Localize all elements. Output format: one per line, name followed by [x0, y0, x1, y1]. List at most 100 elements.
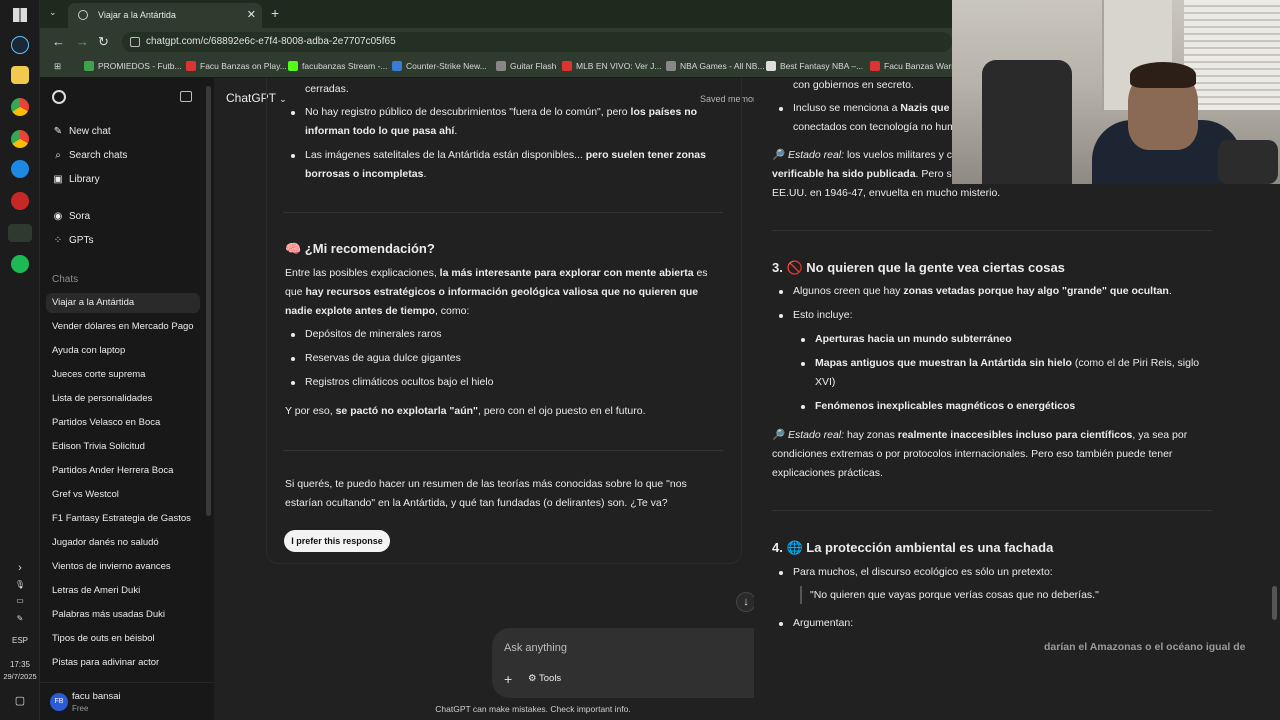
sidebar-scrollbar[interactable] [206, 86, 211, 516]
forward-icon[interactable]: → [76, 34, 89, 49]
webcam-microphone [1218, 140, 1278, 184]
response-bullet: Incluso se menciona a Nazis que h [793, 102, 959, 114]
file-explorer-icon[interactable] [11, 66, 29, 84]
chat-item[interactable]: Partidos Velasco en Boca [46, 413, 200, 433]
sora-button[interactable]: ◉ Sora [52, 211, 91, 222]
tray-chevron-icon[interactable]: › [0, 562, 40, 574]
tab-search-chevron-icon[interactable]: ⌄ [49, 7, 57, 18]
response-bullet: Para muchos, el discurso ecológico es só… [793, 566, 1053, 578]
bookmark-item[interactable]: PROMIEDOS - Futb... [84, 61, 182, 71]
chat-item[interactable]: Edison Trivia Solicitud [46, 437, 200, 457]
steam-icon[interactable] [11, 36, 29, 54]
browser-toolbar: ← → ↻ chatgpt.com/c/68892e6c-e7f4-8008-a… [40, 28, 952, 56]
chat-item[interactable]: Vender dólares en Mercado Pago [46, 317, 200, 337]
clock-date[interactable]: 29/7/2025 [0, 672, 40, 681]
bookmark-item[interactable]: facubanzas Stream -... [288, 61, 388, 71]
bookmark-item[interactable]: Guitar Flash [496, 61, 556, 71]
list-item: Reservas de agua dulce gigantes [305, 352, 461, 364]
response-bullet: Argumentan: [793, 617, 854, 629]
recommendation-paragraph: Entre las posibles explicaciones, la más… [285, 267, 708, 317]
bullet [291, 111, 295, 115]
chatgpt-favicon-icon [78, 10, 88, 20]
scroll-down-icon[interactable]: ↓ [736, 592, 756, 612]
chat-item[interactable]: Partidos Ander Herrera Boca [46, 461, 200, 481]
section-4-heading: 4. 🌐 La protección ambiental es una fach… [772, 540, 1054, 555]
bookmark-item[interactable]: MLB EN VIVO: Ver J... [562, 61, 662, 71]
new-chat-button[interactable]: ✎ New chat [52, 126, 111, 137]
close-sidebar-icon[interactable] [180, 91, 192, 102]
new-tab-icon[interactable]: + [271, 5, 279, 21]
edge-icon[interactable] [11, 160, 29, 178]
section-3-heading: 3. 🚫 No quieren que la gente vea ciertas… [772, 260, 1065, 275]
chat-item[interactable]: Letras de Ameri Duki [46, 581, 200, 601]
bookmark-icon [870, 61, 880, 71]
bookmark-item[interactable]: Best Fantasy NBA –... [766, 61, 863, 71]
chat-item[interactable]: Tipos de outs en béisbol [46, 629, 200, 649]
library-button[interactable]: ▣ Library [52, 174, 99, 185]
chat-item[interactable]: Palabras más usadas Duki [46, 605, 200, 625]
close-tab-icon[interactable]: ✕ [247, 8, 256, 21]
chat-item[interactable]: Ayuda con laptop [46, 341, 200, 361]
bullet [779, 107, 783, 111]
response-a: cerradas. No hay registro público de des… [266, 78, 742, 564]
chat-item[interactable]: Pistas para adivinar actor [46, 653, 200, 673]
sub-bullet: Mapas antiguos que muestran la Antártida… [815, 357, 1200, 388]
chat-item[interactable]: F1 Fantasy Estrategia de Gastos [46, 509, 200, 529]
gpts-button[interactable]: ⁘ GPTs [52, 235, 94, 246]
gpts-icon: ⁘ [53, 235, 63, 246]
webcam-person-hair [1130, 62, 1196, 88]
sub-bullet: Aperturas hacia un mundo subterráneo [815, 333, 1012, 345]
bullet [779, 290, 783, 294]
magnifier-icon: 🔎 [772, 149, 786, 161]
tray-pen-icon[interactable]: ✎ [0, 614, 40, 623]
chat-item-active[interactable]: Viajar a la Antártida [46, 293, 200, 313]
webcam-window-blind [1184, 0, 1280, 110]
content-scrollbar[interactable] [1272, 586, 1277, 620]
user-profile[interactable]: FB facu bansai Free [40, 682, 214, 720]
response-text: con gobiernos en secreto. [793, 79, 914, 91]
add-attachment-icon[interactable]: + [504, 671, 512, 687]
tools-button[interactable]: ⚙ Tools [528, 673, 561, 684]
divider [283, 212, 723, 213]
chat-item[interactable]: Vientos de invierno avances [46, 557, 200, 577]
chat-item[interactable]: Lista de personalidades [46, 389, 200, 409]
chat-item[interactable]: Jueces corte suprema [46, 365, 200, 385]
bookmark-item[interactable]: NBA Games - All NB... [666, 61, 765, 71]
chrome-profile-icon[interactable] [11, 130, 29, 148]
chat-item[interactable]: Gref vs Westcol [46, 485, 200, 505]
openai-logo-icon[interactable] [52, 90, 66, 104]
list-item: Depósitos de minerales raros [305, 328, 442, 340]
bookmark-icon [84, 61, 94, 71]
prefer-response-button[interactable]: I prefer this response [284, 530, 390, 552]
spotify-icon[interactable] [11, 255, 29, 273]
bullet [291, 333, 295, 337]
bullet [801, 405, 805, 409]
response-text: conectados con tecnología no hum [793, 121, 956, 133]
browser-tab-active[interactable]: Viajar a la Antártida ✕ [68, 3, 262, 28]
bookmark-icon [562, 61, 572, 71]
clock-time[interactable]: 17:35 [0, 660, 40, 669]
bullet [801, 362, 805, 366]
apps-grid-icon[interactable]: ⊞ [54, 61, 61, 72]
bookmark-item[interactable]: Facu Banzas on Play... [186, 61, 287, 71]
chat-sidebar: ✎ New chat ⌕ Search chats ▣ Library ◉ Sora ⁘… [40, 78, 214, 720]
reload-icon[interactable]: ↻ [98, 34, 109, 50]
chrome-icon[interactable] [11, 98, 29, 116]
back-icon[interactable]: ← [52, 34, 65, 49]
site-info-icon[interactable] [130, 37, 140, 47]
search-chats-button[interactable]: ⌕ Search chats [52, 150, 127, 161]
tray-mic-icon[interactable]: 🎙 [0, 580, 40, 589]
recommendation-heading: 🧠 ¿Mi recomendación? [285, 241, 435, 256]
language-indicator[interactable]: ESP [0, 636, 40, 645]
bookmark-item[interactable]: Counter-Strike New... [392, 61, 487, 71]
tray-network-icon[interactable]: ▭ [0, 596, 40, 605]
bullet [291, 154, 295, 158]
offer-paragraph: Si querés, te puedo hacer un resumen de … [285, 478, 687, 509]
chrome-active-icon[interactable] [8, 224, 32, 242]
chat-item[interactable]: Jugador danés no saludó [46, 533, 200, 553]
bullet [291, 357, 295, 361]
app-red-icon[interactable] [11, 192, 29, 210]
search-icon: ⌕ [55, 150, 61, 161]
address-bar[interactable]: chatgpt.com/c/68892e6c-e7f4-8008-adba-2e… [122, 32, 952, 52]
windows-start-icon[interactable] [13, 8, 27, 22]
